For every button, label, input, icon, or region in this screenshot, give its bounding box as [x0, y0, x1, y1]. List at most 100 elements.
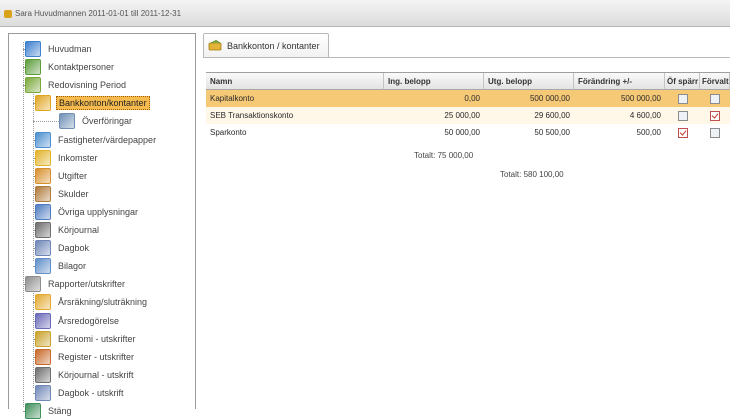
tab-bankkonton[interactable]: Bankkonton / kontanter: [203, 33, 329, 58]
account-name-cell: Kapitalkonto: [210, 94, 255, 103]
tab-divider: [203, 57, 730, 58]
tree-item-inkomster[interactable]: Inkomster: [35, 149, 100, 167]
tree-item-label: Huvudman: [48, 44, 92, 54]
tree-line: [33, 284, 34, 388]
tree-item-skulder[interactable]: Skulder: [35, 185, 91, 203]
tree-item-label: Inkomster: [58, 152, 98, 163]
ing-belopp-cell: 50 000,00: [444, 128, 480, 137]
table-row[interactable]: Kapitalkonto 0,00 500 000,00 500 000,00: [206, 90, 730, 107]
book-icon: [35, 384, 51, 401]
window-title: Sara Huvudmannen 2011-01-01 till 2011-12…: [15, 9, 182, 18]
tree-item-label: Rapporter/utskrifter: [48, 279, 126, 290]
tree-item-register-utskrifter[interactable]: Register - utskrifter: [35, 348, 136, 366]
tree-item-bilagor[interactable]: Bilagor: [35, 257, 88, 275]
table-row[interactable]: SEB Transaktionskonto 25 000,00 29 600,00 4…: [206, 107, 730, 124]
money-icon: [208, 40, 222, 51]
column-header-utg-belopp[interactable]: Utg. belopp: [484, 73, 574, 90]
forvalt-checkbox[interactable]: [710, 110, 720, 121]
tree-item-dagbok-utskrift[interactable]: Dagbok - utskrift: [35, 384, 126, 402]
title-bar: Sara Huvudmannen 2011-01-01 till 2011-12…: [0, 0, 730, 27]
tree-item-label: Dagbok: [58, 243, 90, 254]
forvalt-checkbox-cell: [700, 90, 730, 107]
book-icon: [35, 240, 51, 257]
tree-item-överföringar[interactable]: Överföringar: [59, 112, 134, 130]
tree-item-fastigheter-värdepapper[interactable]: Fastigheter/värdepapper: [35, 131, 158, 149]
ing-belopp-cell: 25 000,00: [444, 111, 480, 120]
pencil-icon: [25, 77, 41, 94]
money-icon: [35, 95, 51, 112]
column-header-forvalt[interactable]: Förvalt: [700, 73, 730, 90]
tree-line: [33, 121, 59, 123]
total-ing-belopp: Totalt: 75 000,00: [414, 151, 474, 160]
building-icon: [35, 131, 51, 148]
document-icon: [35, 312, 51, 329]
tree-item-label: Fastigheter/värdepapper: [58, 134, 157, 145]
tree-item-körjournal-utskrift[interactable]: Körjournal - utskrift: [35, 366, 136, 384]
tree-item-label: Bilagor: [58, 261, 87, 272]
info-icon: [35, 203, 51, 220]
expense-icon: [35, 167, 51, 184]
person-card-icon: [25, 41, 41, 57]
accounts-grid: Namn Ing. belopp Utg. belopp Förändring …: [206, 72, 730, 141]
account-name-cell: Sparkonto: [210, 128, 247, 137]
tree-item-årsräkning-sluträkning[interactable]: Årsräkning/sluträkning: [35, 293, 149, 311]
tree-item-rapporter-utskrifter[interactable]: Rapporter/utskrifter: [25, 275, 127, 293]
income-icon: [35, 149, 51, 166]
of-sparr-checkbox-cell: [665, 107, 700, 124]
contacts-icon: [25, 59, 41, 76]
of-sparr-checkbox[interactable]: [677, 93, 688, 104]
tree-line: [23, 42, 24, 407]
tree-item-label: Kontaktpersoner: [48, 62, 115, 73]
forvalt-checkbox[interactable]: [710, 93, 720, 104]
total-utg-belopp: Totalt: 580 100,00: [500, 170, 564, 179]
tree-item-label: Körjournal - utskrift: [58, 369, 134, 380]
of-sparr-checkbox-cell: [665, 90, 700, 107]
tree-line: [33, 86, 34, 261]
money-icon: [35, 330, 51, 347]
account-name-cell: SEB Transaktionskonto: [210, 111, 294, 120]
tree-item-stäng[interactable]: Stäng: [25, 402, 74, 420]
register-icon: [35, 348, 51, 365]
of-sparr-checkbox[interactable]: [677, 110, 688, 121]
app-icon: [4, 10, 12, 18]
column-header-ing-belopp[interactable]: Ing. belopp: [384, 73, 484, 90]
tree-item-label: Utgifter: [58, 170, 88, 181]
tree-item-kontaktpersoner[interactable]: Kontaktpersoner: [25, 58, 116, 76]
close-door-icon: [25, 403, 41, 419]
tab-label: Bankkonton / kontanter: [227, 41, 320, 51]
tree-item-ekonomi-utskrifter[interactable]: Ekonomi - utskrifter: [35, 330, 138, 348]
tree-item-huvudman[interactable]: Huvudman: [25, 40, 94, 58]
tree-item-årsredogörelse[interactable]: Årsredogörelse: [35, 312, 121, 330]
tree-item-label: Ekonomi - utskrifter: [58, 333, 136, 344]
column-header-forandring[interactable]: Förändring +/-: [574, 73, 665, 90]
tree-item-utgifter[interactable]: Utgifter: [35, 167, 89, 185]
forvalt-checkbox[interactable]: [710, 127, 720, 138]
printer-icon: [25, 276, 41, 293]
of-sparr-checkbox[interactable]: [677, 127, 688, 138]
debt-icon: [35, 185, 51, 202]
column-header-namn[interactable]: Namn: [206, 73, 384, 90]
car-icon: [35, 222, 51, 238]
tree-item-label: Överföringar: [82, 116, 133, 127]
navigation-tree-panel: Huvudman Kontaktpersoner Redovisning Perio…: [8, 33, 196, 419]
forandring-cell: 4 600,00: [629, 111, 661, 120]
tree-item-label: Årsräkning/sluträkning: [58, 297, 148, 308]
transfer-icon: [59, 113, 75, 130]
tree-item-label: Övriga upplysningar: [58, 206, 139, 217]
tree-item-körjournal[interactable]: Körjournal: [35, 221, 101, 239]
tree-item-redovisning-period[interactable]: Redovisning Period: [25, 76, 128, 94]
tree-item-label: Register - utskrifter: [58, 351, 135, 362]
pencil-icon: [35, 294, 51, 311]
table-row[interactable]: Sparkonto 50 000,00 50 500,00 500,00: [206, 124, 730, 141]
tree-item-label: Stäng: [48, 406, 72, 416]
grid-header-row: Namn Ing. belopp Utg. belopp Förändring …: [206, 73, 730, 90]
utg-belopp-cell: 29 600,00: [534, 111, 570, 120]
tree-item-bankkonton-kontanter[interactable]: Bankkonton/kontanter: [35, 94, 150, 112]
car-icon: [35, 366, 51, 383]
tree-item-label: Dagbok - utskrift: [58, 387, 124, 398]
column-header-of-sparr[interactable]: Öf spärr: [665, 73, 700, 90]
tree-item-dagbok[interactable]: Dagbok: [35, 239, 91, 257]
tree-item-övriga-upplysningar[interactable]: Övriga upplysningar: [35, 203, 140, 221]
ing-belopp-cell: 0,00: [464, 94, 480, 103]
forvalt-checkbox-cell: [700, 107, 730, 124]
